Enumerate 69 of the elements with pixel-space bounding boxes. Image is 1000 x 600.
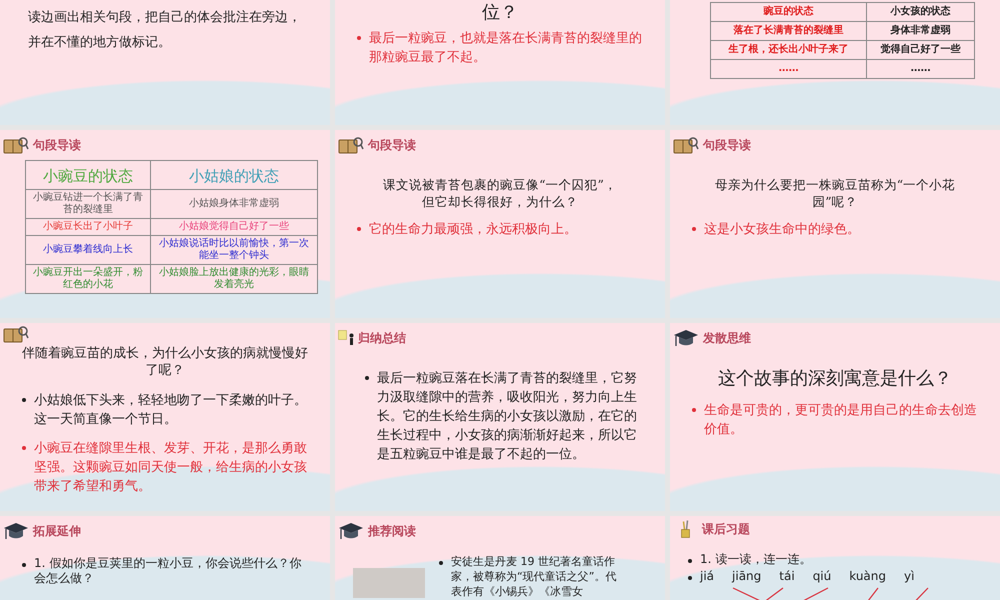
bullet-icon bbox=[692, 408, 696, 412]
table-cell: 小姑娘脸上放出健康的光彩，眼睛发着亮光 bbox=[150, 264, 318, 294]
pinyin-text: tái bbox=[779, 569, 795, 584]
graduation-cap-icon bbox=[338, 521, 364, 541]
slide-title: 句段导读 bbox=[33, 136, 81, 154]
question-text: 这个故事的深刻寓意是什么？ bbox=[717, 367, 953, 391]
bullet-text: 安徒生是丹麦 19 世纪著名童话作家，被尊称为“现代童话之父”。代表作有《小锡兵》《冰雪女 bbox=[451, 554, 618, 599]
bullet-text: 小豌豆在缝隙里生根、发芽、开花，是那么勇敢坚强。这颗豌豆如同天使一般，给生病的小女孩带来了希望和勇气。 bbox=[34, 440, 308, 496]
question-text: 母亲为什么要把一株豌豆苗称为“一个小花园”呢？ bbox=[714, 176, 956, 210]
paragraph-text: 读边画出相关句段，把自己的体会批注在旁边，并在不懂的地方做标记。 bbox=[28, 9, 302, 52]
table-cell: 小姑娘身体非常虚弱 bbox=[150, 190, 318, 218]
bullet-text: 最后一粒豌豆，也就是落在长满青苔的裂缝里的那粒豌豆最了不起。 bbox=[369, 30, 643, 67]
book-icon bbox=[3, 324, 29, 344]
table-cell: 小豌豆攀着线向上长 bbox=[26, 236, 151, 264]
pencil-cup-icon bbox=[681, 520, 690, 538]
photo-placeholder bbox=[353, 568, 425, 598]
pinyin-text: kuàng bbox=[849, 569, 886, 584]
bullet-icon bbox=[22, 398, 26, 402]
bullet-icon bbox=[357, 227, 361, 231]
table-cell: …… bbox=[866, 60, 974, 78]
bullet-icon bbox=[22, 563, 26, 567]
table-header-cell: 小豌豆的状态 bbox=[26, 160, 151, 190]
question-text: 课文说被青苔包裹的豌豆像“一个囚犯”，但它却长得很好，为什么？ bbox=[382, 176, 618, 210]
pinyin-text: qiú bbox=[812, 569, 832, 584]
slide-title: 推荐阅读 bbox=[368, 522, 416, 540]
book-icon bbox=[3, 135, 29, 155]
bullet-text: 1. 读一读，连一连。 bbox=[700, 552, 812, 567]
pinyin-text: yì bbox=[904, 569, 914, 584]
bullet-icon bbox=[357, 36, 361, 40]
bullet-text: 小姑娘低下头来，轻轻地吻了一下柔嫩的叶子。这一天简直像一个节日。 bbox=[34, 392, 308, 429]
book-icon bbox=[673, 135, 699, 155]
pinyin-text: jiāng bbox=[732, 569, 762, 584]
slide-title: 归纳总结 bbox=[358, 330, 406, 346]
table-cell: 小姑娘觉得自己好了一些 bbox=[150, 218, 318, 236]
note-person-icon bbox=[338, 330, 354, 346]
table-cell: 身体非常虚弱 bbox=[866, 22, 974, 40]
table-cell: 生了根，还长出小叶子来了 bbox=[710, 40, 867, 60]
table-header-cell: 豌豆的状态 bbox=[710, 2, 867, 22]
bullet-text: 最后一粒豌豆落在长满了青苔的裂缝里，它努力汲取缝隙中的营养，吸收阳光，努力向上生长。它的生长给生病的小女孩以激励，在它的生长过程中，小女孩的病渐渐好起来，所以它是五粒豌豆中谁是最了不起的一位。 bbox=[377, 370, 638, 464]
slide-title: 发散思维 bbox=[703, 330, 751, 346]
table-cell: 落在了长满青苔的裂缝里 bbox=[710, 22, 867, 40]
table-cell: 小豌豆钻进一个长满了青苔的裂缝里 bbox=[26, 190, 151, 218]
bullet-text: 这是小女孩生命中的绿色。 bbox=[704, 221, 860, 239]
table-header-cell: 小姑娘的状态 bbox=[150, 160, 318, 190]
bullet-text: 生命是可贵的，更可贵的是用自己的生命去创造价值。 bbox=[704, 402, 978, 439]
graduation-cap-icon bbox=[673, 328, 699, 348]
bullet-icon bbox=[692, 227, 696, 231]
question-text: 伴随着豌豆苗的成长，为什么小女孩的病就慢慢好了呢？ bbox=[22, 345, 308, 379]
bullet-icon bbox=[365, 376, 369, 380]
question-text: 位？ bbox=[481, 1, 519, 25]
table-cell: 觉得自己好了一些 bbox=[866, 40, 974, 60]
slide-title: 拓展延伸 bbox=[33, 522, 81, 540]
slide-title: 课后习题 bbox=[702, 520, 750, 538]
table-header-cell: 小女孩的状态 bbox=[866, 2, 974, 22]
table-cell: …… bbox=[710, 60, 867, 78]
table-cell: 小姑娘说话时比以前愉快，第一次能坐一整个钟头 bbox=[150, 236, 318, 264]
graduation-cap-icon bbox=[3, 521, 29, 541]
table-cell: 小豌豆开出一朵盛开，粉红色的小花 bbox=[26, 264, 151, 294]
slide-title: 句段导读 bbox=[368, 136, 416, 154]
bullet-text: 1. 假如你是豆荚里的一粒小豆，你会说些什么？你会怎么做？ bbox=[34, 556, 302, 586]
book-icon bbox=[338, 135, 364, 155]
slide-title: 句段导读 bbox=[703, 136, 751, 154]
bullet-icon bbox=[688, 576, 692, 580]
bullet-icon bbox=[22, 446, 26, 450]
bullet-icon bbox=[688, 559, 692, 563]
pinyin-text: jiá bbox=[700, 569, 714, 584]
bullet-text: 它的生命力最顽强，永远积极向上。 bbox=[369, 221, 577, 239]
table-cell: 小豌豆长出了小叶子 bbox=[26, 218, 151, 236]
bullet-icon bbox=[439, 561, 443, 565]
